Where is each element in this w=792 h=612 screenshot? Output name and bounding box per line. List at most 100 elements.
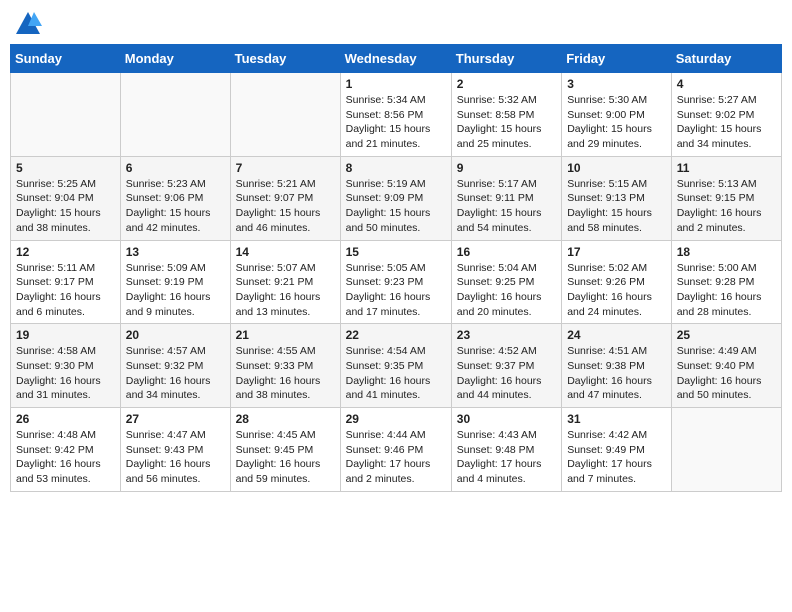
day-number: 31 [567,412,666,426]
day-number: 20 [126,328,225,342]
day-number: 25 [677,328,776,342]
day-info: Sunrise: 5:04 AM Sunset: 9:25 PM Dayligh… [457,261,556,320]
day-info: Sunrise: 5:02 AM Sunset: 9:26 PM Dayligh… [567,261,666,320]
calendar-cell: 31Sunrise: 4:42 AM Sunset: 9:49 PM Dayli… [562,408,672,492]
day-info: Sunrise: 5:00 AM Sunset: 9:28 PM Dayligh… [677,261,776,320]
day-number: 26 [16,412,115,426]
day-info: Sunrise: 5:09 AM Sunset: 9:19 PM Dayligh… [126,261,225,320]
calendar-cell: 20 Sunrise: 4:57 AM Sunset: 9:32 PM Dayli… [120,324,230,408]
day-header-saturday: Saturday [671,45,781,73]
day-number: 7 [236,161,335,175]
day-info: Sunrise: 5:27 AM Sunset: 9:02 PM Dayligh… [677,93,776,152]
day-number: 13 [126,245,225,259]
day-header-friday: Friday [562,45,672,73]
calendar-cell [230,73,340,157]
day-number: 12 [16,245,115,259]
day-header-monday: Monday [120,45,230,73]
day-info: Sunrise: 4:58 AM Sunset: 9:30 PM Dayligh… [16,344,115,403]
calendar-cell: 6Sunrise: 5:23 AM Sunset: 9:06 PM Daylig… [120,156,230,240]
day-info: Sunrise: 4:48 AM Sunset: 9:42 PM Dayligh… [16,428,115,487]
day-number: 18 [677,245,776,259]
day-info: Sunrise: 5:32 AM Sunset: 8:58 PM Dayligh… [457,93,556,152]
day-info: Sunrise: 5:15 AM Sunset: 9:13 PM Dayligh… [567,177,666,236]
day-number: 14 [236,245,335,259]
calendar-cell: 2 Sunrise: 5:32 AM Sunset: 8:58 PM Daylig… [451,73,561,157]
day-number: 28 [236,412,335,426]
day-header-wednesday: Wednesday [340,45,451,73]
calendar-cell: 16 Sunrise: 5:04 AM Sunset: 9:25 PM Dayli… [451,240,561,324]
calendar-cell: 14 Sunrise: 5:07 AM Sunset: 9:21 PM Dayli… [230,240,340,324]
calendar-cell: 12 Sunrise: 5:11 AM Sunset: 9:17 PM Dayli… [11,240,121,324]
calendar-cell: 10Sunrise: 5:15 AM Sunset: 9:13 PM Dayli… [562,156,672,240]
calendar-cell: 4 Sunrise: 5:27 AM Sunset: 9:02 PM Daylig… [671,73,781,157]
day-header-sunday: Sunday [11,45,121,73]
calendar-week-3: 12 Sunrise: 5:11 AM Sunset: 9:17 PM Dayli… [11,240,782,324]
day-header-thursday: Thursday [451,45,561,73]
day-number: 16 [457,245,556,259]
calendar-cell: 26 Sunrise: 4:48 AM Sunset: 9:42 PM Dayli… [11,408,121,492]
calendar-week-4: 19 Sunrise: 4:58 AM Sunset: 9:30 PM Dayli… [11,324,782,408]
day-info: Sunrise: 5:05 AM Sunset: 9:23 PM Dayligh… [346,261,446,320]
calendar-header-row: SundayMondayTuesdayWednesdayThursdayFrid… [11,45,782,73]
calendar-cell: 29 Sunrise: 4:44 AM Sunset: 9:46 PM Dayli… [340,408,451,492]
day-info: Sunrise: 4:44 AM Sunset: 9:46 PM Dayligh… [346,428,446,487]
day-number: 21 [236,328,335,342]
day-info: Sunrise: 5:13 AM Sunset: 9:15 PM Dayligh… [677,177,776,236]
day-number: 8 [346,161,446,175]
day-info: Sunrise: 4:43 AM Sunset: 9:48 PM Dayligh… [457,428,556,487]
day-info: Sunrise: 5:21 AM Sunset: 9:07 PM Dayligh… [236,177,335,236]
calendar-cell: 21 Sunrise: 4:55 AM Sunset: 9:33 PM Dayli… [230,324,340,408]
calendar-cell: 27 Sunrise: 4:47 AM Sunset: 9:43 PM Dayli… [120,408,230,492]
day-info: Sunrise: 5:23 AM Sunset: 9:06 PM Dayligh… [126,177,225,236]
calendar-cell: 19 Sunrise: 4:58 AM Sunset: 9:30 PM Dayli… [11,324,121,408]
day-info: Sunrise: 4:51 AM Sunset: 9:38 PM Dayligh… [567,344,666,403]
calendar-week-5: 26 Sunrise: 4:48 AM Sunset: 9:42 PM Dayli… [11,408,782,492]
day-number: 19 [16,328,115,342]
day-number: 23 [457,328,556,342]
calendar-cell: 30 Sunrise: 4:43 AM Sunset: 9:48 PM Dayli… [451,408,561,492]
day-number: 9 [457,161,556,175]
calendar-table: SundayMondayTuesdayWednesdayThursdayFrid… [10,44,782,492]
day-info: Sunrise: 5:17 AM Sunset: 9:11 PM Dayligh… [457,177,556,236]
day-number: 2 [457,77,556,91]
day-number: 27 [126,412,225,426]
calendar-cell [671,408,781,492]
day-header-tuesday: Tuesday [230,45,340,73]
calendar-cell: 7 Sunrise: 5:21 AM Sunset: 9:07 PM Daylig… [230,156,340,240]
day-info: Sunrise: 4:57 AM Sunset: 9:32 PM Dayligh… [126,344,225,403]
day-number: 11 [677,161,776,175]
calendar-cell: 1 Sunrise: 5:34 AM Sunset: 8:56 PM Daylig… [340,73,451,157]
calendar-cell: 28 Sunrise: 4:45 AM Sunset: 9:45 PM Dayli… [230,408,340,492]
calendar-cell: 25 Sunrise: 4:49 AM Sunset: 9:40 PM Dayli… [671,324,781,408]
calendar-cell: 8Sunrise: 5:19 AM Sunset: 9:09 PM Daylig… [340,156,451,240]
day-info: Sunrise: 4:55 AM Sunset: 9:33 PM Dayligh… [236,344,335,403]
calendar-week-2: 5 Sunrise: 5:25 AM Sunset: 9:04 PM Daylig… [11,156,782,240]
day-number: 30 [457,412,556,426]
day-number: 3 [567,77,666,91]
day-number: 4 [677,77,776,91]
day-info: Sunrise: 5:07 AM Sunset: 9:21 PM Dayligh… [236,261,335,320]
day-number: 24 [567,328,666,342]
logo [14,10,46,38]
day-info: Sunrise: 4:47 AM Sunset: 9:43 PM Dayligh… [126,428,225,487]
day-info: Sunrise: 4:54 AM Sunset: 9:35 PM Dayligh… [346,344,446,403]
day-number: 1 [346,77,446,91]
calendar-cell: 17Sunrise: 5:02 AM Sunset: 9:26 PM Dayli… [562,240,672,324]
day-info: Sunrise: 5:34 AM Sunset: 8:56 PM Dayligh… [346,93,446,152]
page-header [10,10,782,38]
calendar-body: 1 Sunrise: 5:34 AM Sunset: 8:56 PM Daylig… [11,73,782,492]
day-number: 29 [346,412,446,426]
calendar-cell: 18 Sunrise: 5:00 AM Sunset: 9:28 PM Dayli… [671,240,781,324]
day-info: Sunrise: 5:11 AM Sunset: 9:17 PM Dayligh… [16,261,115,320]
day-number: 22 [346,328,446,342]
calendar-cell: 9 Sunrise: 5:17 AM Sunset: 9:11 PM Daylig… [451,156,561,240]
day-info: Sunrise: 4:49 AM Sunset: 9:40 PM Dayligh… [677,344,776,403]
calendar-cell [11,73,121,157]
logo-icon [14,10,42,38]
day-number: 5 [16,161,115,175]
day-info: Sunrise: 4:45 AM Sunset: 9:45 PM Dayligh… [236,428,335,487]
calendar-cell: 11 Sunrise: 5:13 AM Sunset: 9:15 PM Dayli… [671,156,781,240]
day-info: Sunrise: 5:25 AM Sunset: 9:04 PM Dayligh… [16,177,115,236]
day-info: Sunrise: 5:30 AM Sunset: 9:00 PM Dayligh… [567,93,666,152]
calendar-cell: 13 Sunrise: 5:09 AM Sunset: 9:19 PM Dayli… [120,240,230,324]
